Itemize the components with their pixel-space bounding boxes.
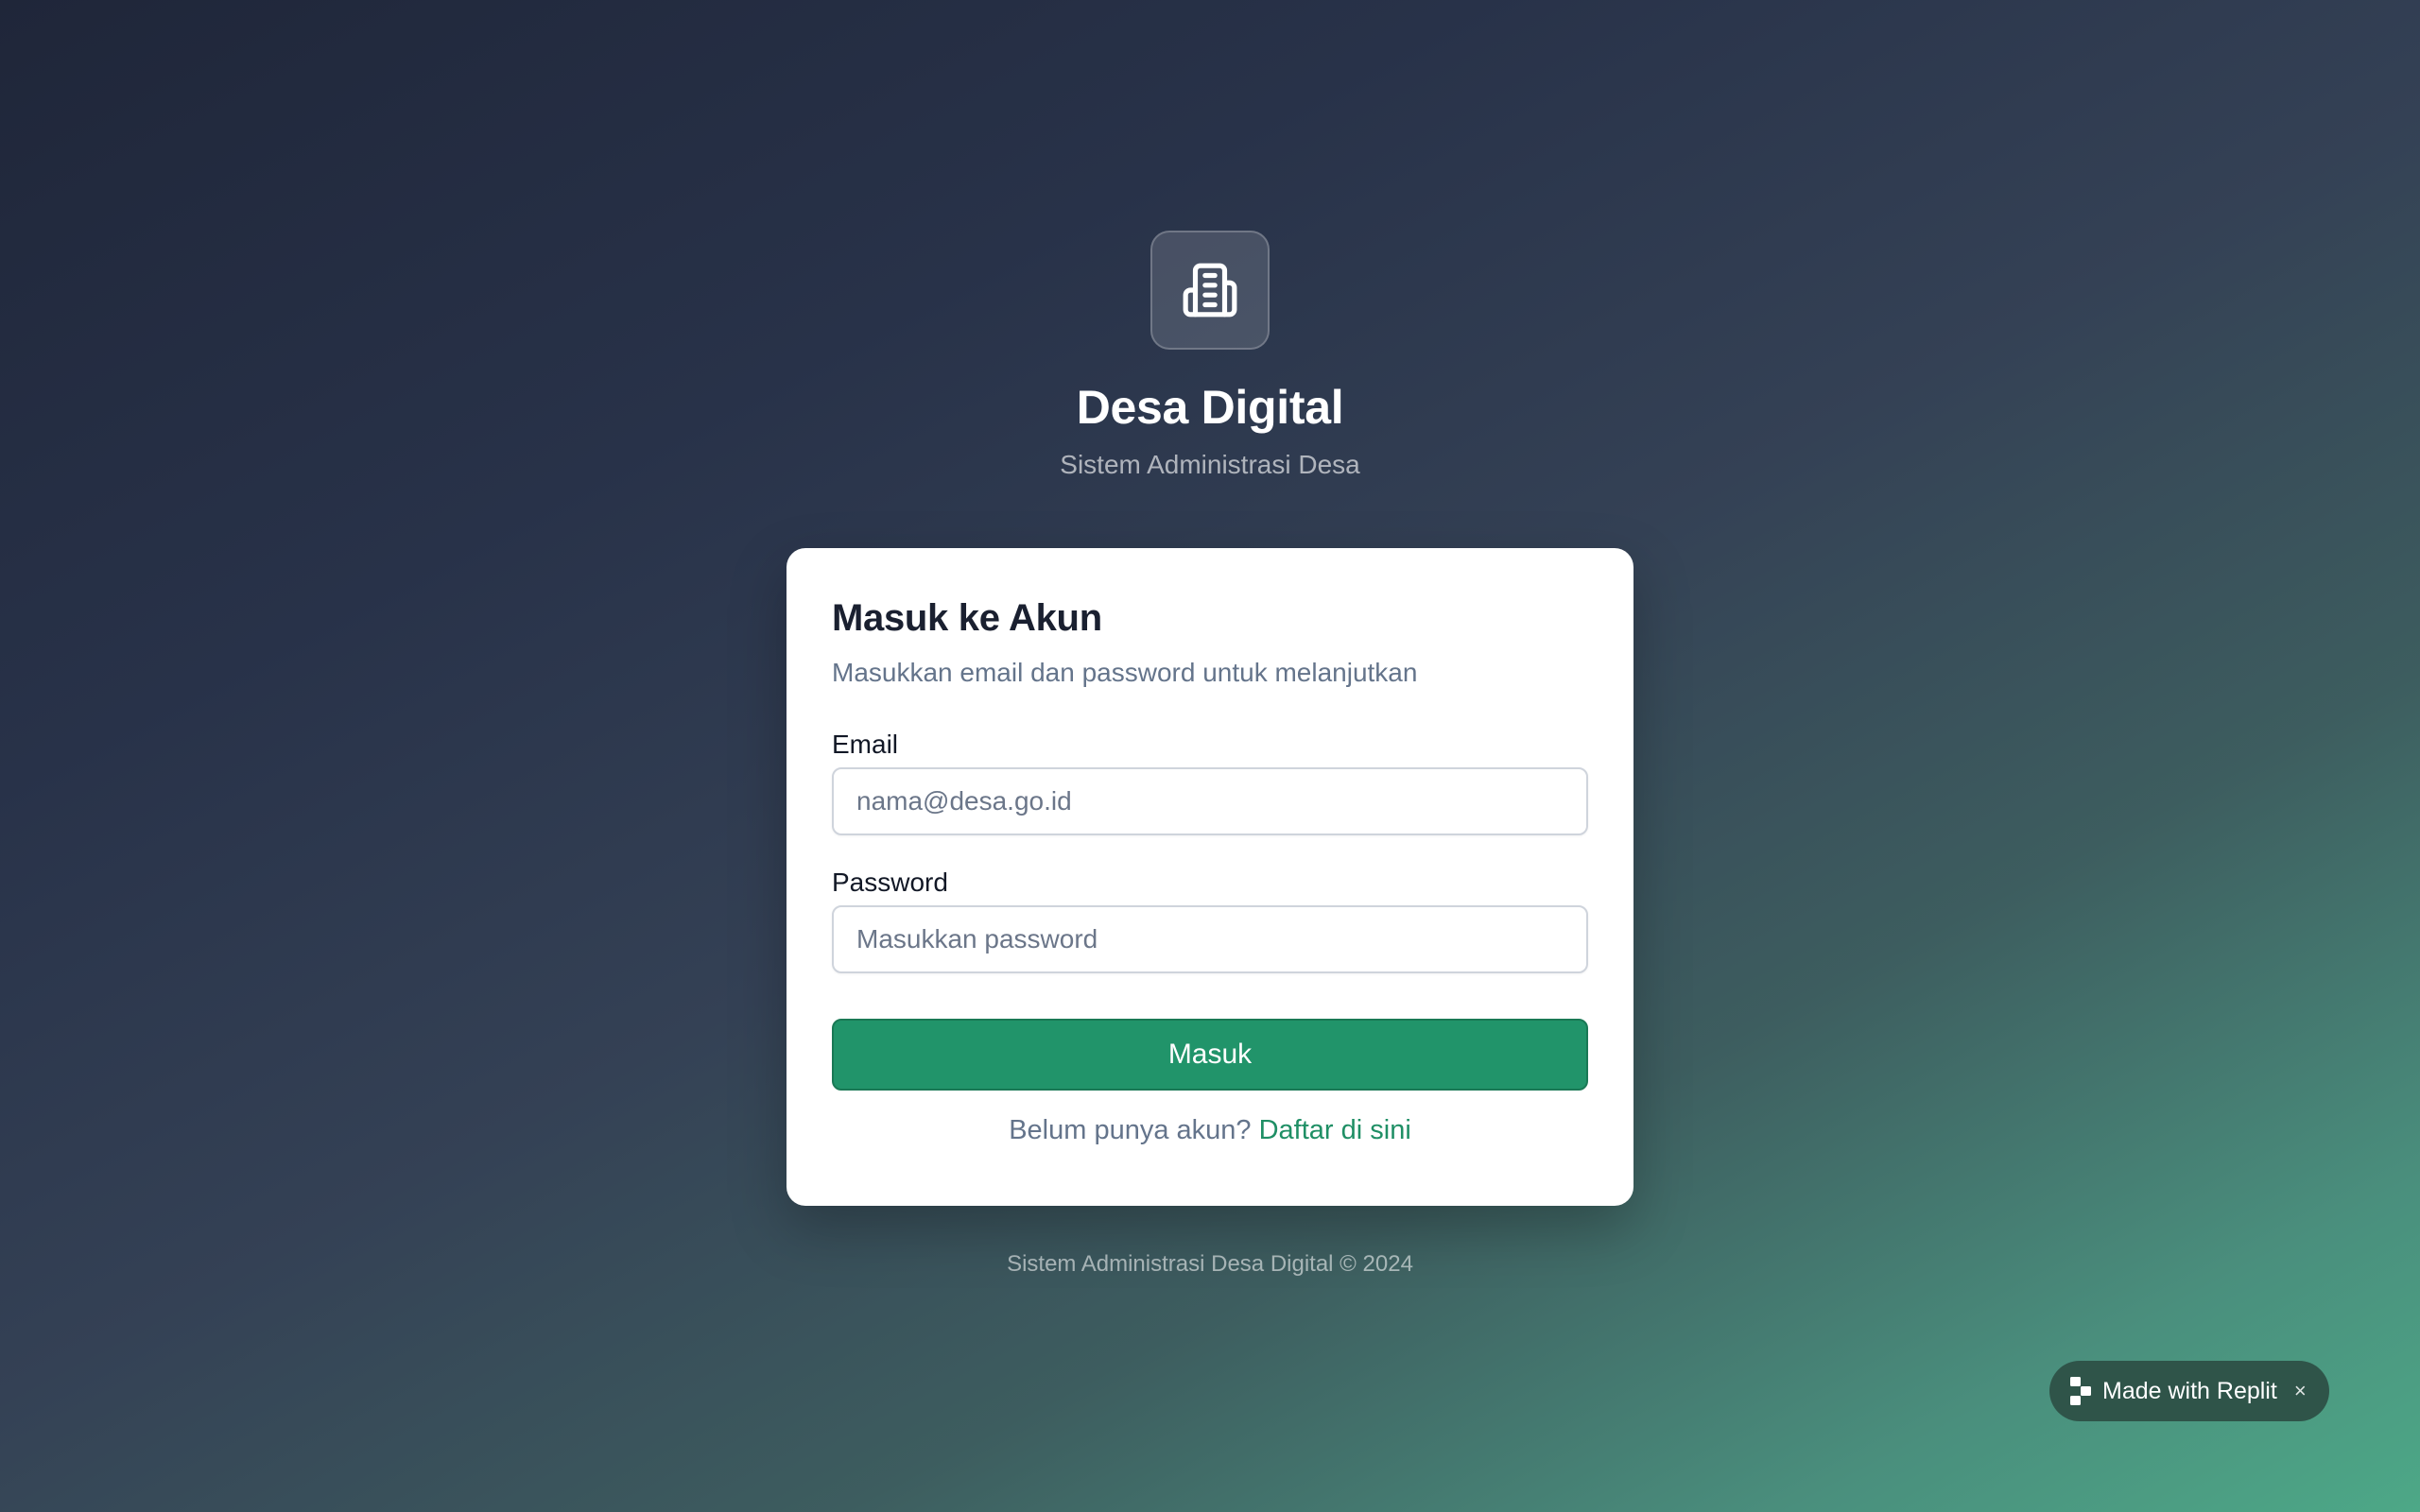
login-card-description: Masukkan email dan password untuk melanj… xyxy=(832,658,1418,687)
login-card-title: Masuk ke Akun xyxy=(832,597,1102,639)
footer-copyright: Sistem Administrasi Desa Digital © 2024 xyxy=(1007,1251,1413,1277)
login-submit-button[interactable]: Masuk xyxy=(832,1019,1588,1091)
replit-icon xyxy=(2070,1377,2091,1405)
email-input[interactable] xyxy=(832,767,1588,835)
replit-badge-label: Made with Replit xyxy=(2102,1377,2277,1404)
made-with-replit-badge[interactable]: Made with Replit × xyxy=(2049,1361,2329,1421)
logo-tile xyxy=(1150,231,1270,350)
app-subtitle: Sistem Administrasi Desa xyxy=(1060,450,1360,479)
register-prompt-text: Belum punya akun? xyxy=(1009,1115,1252,1145)
app-title: Desa Digital xyxy=(1076,381,1344,434)
password-label: Password xyxy=(832,868,948,897)
register-prompt-line: Belum punya akun? Daftar di sini xyxy=(832,1115,1588,1146)
email-label: Email xyxy=(832,730,899,759)
building-icon xyxy=(1183,263,1237,318)
password-input[interactable] xyxy=(832,905,1588,973)
brand-header: Desa Digital Sistem Administrasi Desa xyxy=(0,231,2420,480)
close-icon[interactable]: × xyxy=(2294,1379,2307,1403)
login-card: Masuk ke Akun Masukkan email dan passwor… xyxy=(786,548,1634,1206)
register-link[interactable]: Daftar di sini xyxy=(1259,1115,1411,1145)
